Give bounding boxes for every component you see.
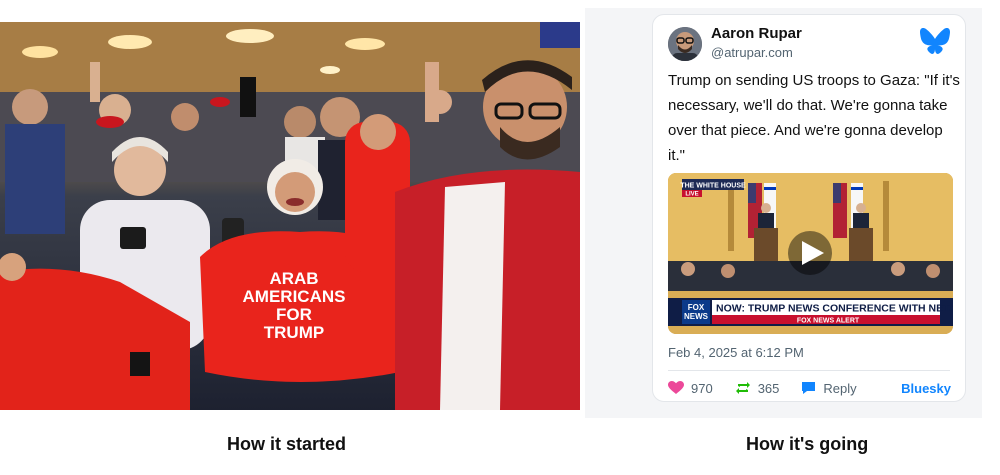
like-button[interactable]: 970 (668, 381, 713, 396)
network-bug: THE WHITE HOUSE (680, 183, 746, 190)
post-text: Trump on sending US troops to Gaza: "If … (668, 72, 960, 164)
caption-how-it-started: How it started (227, 434, 347, 454)
shirt-text-line-2: AMERICANS (243, 287, 346, 306)
repost-button[interactable]: 365 (735, 380, 780, 396)
author-handle[interactable]: @atrupar.com (711, 45, 793, 60)
like-count: 970 (691, 380, 713, 396)
speech-bubble-icon (801, 381, 816, 395)
fox-news-alert: FOX NEWS ALERT (797, 318, 860, 325)
bluesky-post-card[interactable]: Aaron Rupar @atrupar.com Trump on sendin… (652, 14, 966, 402)
crowd-photo: ARAB AMERICANS FOR TRUMP (0, 22, 580, 410)
shirt-text-line-4: TRUMP (264, 323, 324, 342)
bluesky-butterfly-icon[interactable] (919, 27, 951, 55)
reply-label: Reply (823, 380, 857, 396)
fox-logo-line-2: NEWS (684, 312, 709, 321)
video-headline: NOW: TRUMP NEWS CONFERENCE WITH NETANYAH… (716, 303, 953, 315)
heart-icon (668, 381, 684, 395)
repost-count: 365 (757, 380, 780, 396)
meme-page: ARAB AMERICANS FOR TRUMP How it started (0, 0, 1000, 475)
shirt-text-line-1: ARAB (269, 269, 318, 288)
divider (668, 370, 950, 371)
post-actions: 970 365 Reply Bluesky (668, 379, 951, 397)
post-timestamp[interactable]: Feb 4, 2025 at 6:12 PM (668, 345, 804, 360)
bluesky-link[interactable]: Bluesky (901, 381, 951, 396)
live-badge: LIVE (685, 192, 698, 198)
author-name[interactable]: Aaron Rupar (711, 25, 802, 42)
reply-button[interactable]: Reply (801, 380, 857, 396)
embedded-video[interactable]: THE WHITE HOUSE LIVE FOX NEWS NOW: TRUMP… (668, 173, 953, 334)
repost-icon (735, 381, 751, 395)
avatar[interactable] (668, 27, 702, 61)
fox-logo-line-1: FOX (688, 303, 705, 312)
caption-how-its-going: How it's going (746, 434, 869, 454)
shirt-text-line-3: FOR (276, 305, 312, 324)
